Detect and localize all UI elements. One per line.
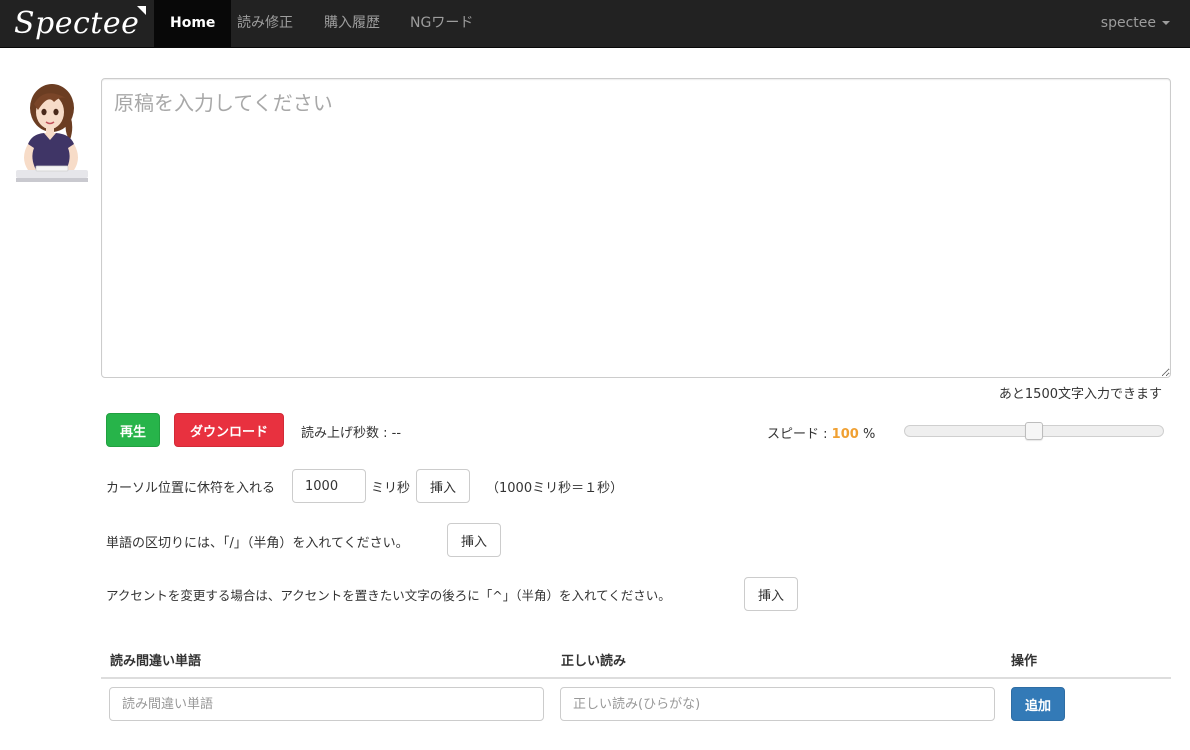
header-wrong-word: 読み間違い単語 — [110, 654, 202, 669]
speed-value: 100 — [831, 427, 859, 442]
header-correct-reading: 正しい読み — [561, 654, 627, 669]
user-name: spectee — [1100, 15, 1156, 31]
read-seconds-label: 読み上げ秒数 : -- — [301, 426, 402, 441]
nav-item-home[interactable]: Home — [154, 0, 232, 48]
manuscript-textarea[interactable] — [101, 78, 1171, 378]
speed-slider-handle[interactable] — [1025, 422, 1043, 440]
nav-item-purchase-history[interactable]: 購入履歴 — [308, 0, 396, 48]
correct-reading-input[interactable] — [560, 687, 995, 721]
user-menu[interactable]: spectee — [1101, 0, 1170, 48]
speed-display: スピード : 100 % — [767, 423, 875, 442]
remaining-characters: あと1500文字入力できます — [998, 387, 1162, 402]
nav-item-reading-fix[interactable]: 読み修正 — [221, 0, 309, 48]
speed-unit: % — [862, 427, 876, 442]
caret-down-icon — [1162, 21, 1170, 25]
speed-label: スピード : — [767, 427, 828, 442]
download-button[interactable]: ダウンロード — [174, 413, 284, 447]
nav-item-ng-words[interactable]: NGワード — [394, 0, 489, 48]
pause-ms-input[interactable] — [292, 469, 366, 503]
brand-name: Spectee — [14, 6, 140, 41]
brand-logo[interactable]: Spectee — [14, 4, 146, 44]
play-button[interactable]: 再生 — [106, 413, 160, 447]
word-break-label: 単語の区切りには、「/」（半角）を入れてください。 — [106, 536, 409, 551]
pause-note: （1000ミリ秒＝１秒） — [486, 481, 624, 496]
pause-label: カーソル位置に休符を入れる — [106, 481, 276, 496]
top-navbar: Spectee Home 読み修正 購入履歴 NGワード spectee — [0, 0, 1190, 48]
add-button[interactable]: 追加 — [1011, 687, 1065, 721]
avatar — [16, 84, 88, 182]
insert-pause-button[interactable]: 挿入 — [416, 469, 470, 503]
pause-unit: ミリ秒 — [371, 481, 411, 496]
accent-label: アクセントを変更する場合は、アクセントを置きたい文字の後ろに「^」（半角）を入れ… — [106, 588, 671, 603]
header-actions: 操作 — [1011, 654, 1038, 669]
insert-accent-button[interactable]: 挿入 — [744, 577, 798, 611]
wrong-word-input[interactable] — [109, 687, 544, 721]
insert-word-break-button[interactable]: 挿入 — [447, 523, 501, 557]
table-header-divider — [101, 677, 1171, 679]
brand-mark-icon — [137, 6, 146, 15]
